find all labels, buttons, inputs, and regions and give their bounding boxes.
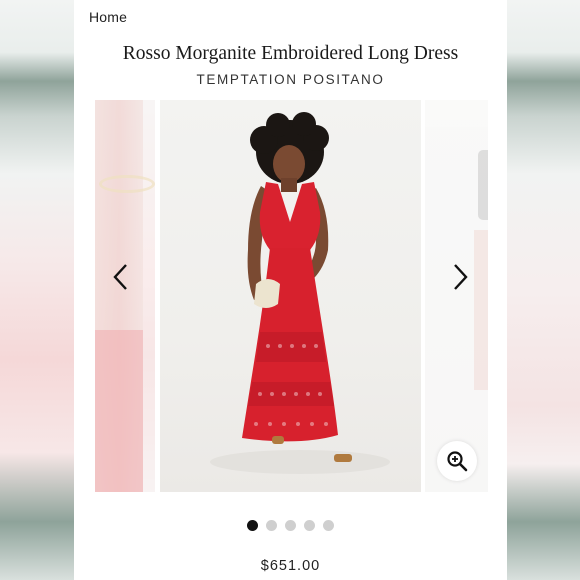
next-slide-image[interactable] [425, 100, 488, 492]
chevron-left-icon [113, 264, 127, 290]
carousel-pagination [74, 520, 507, 531]
hair-detail [478, 150, 488, 220]
previous-slide-image[interactable] [95, 100, 155, 492]
carousel-dot[interactable] [285, 520, 296, 531]
background-blur-left [0, 0, 74, 580]
main-product-image[interactable] [160, 100, 421, 492]
zoom-button[interactable] [437, 441, 477, 481]
carousel-dot[interactable] [266, 520, 277, 531]
background-blur-right [506, 0, 580, 580]
product-price: $651.00 [260, 558, 321, 574]
product-panel: Home Rosso Morganite Embroidered Long Dr… [74, 0, 507, 580]
zoom-in-icon [447, 451, 468, 472]
arm-detail [474, 230, 488, 390]
model-in-dress-photo [210, 112, 390, 474]
previous-image-button[interactable] [105, 260, 139, 294]
home-link[interactable]: Home [89, 9, 127, 25]
product-title: Rosso Morganite Embroidered Long Dress [122, 43, 459, 64]
carousel-dot[interactable] [304, 520, 315, 531]
bracelet-detail [99, 175, 155, 193]
dress-detail [95, 330, 143, 492]
brand-name[interactable]: TEMPTATION POSITANO [74, 72, 507, 87]
carousel-dot[interactable] [323, 520, 334, 531]
chevron-right-icon [454, 264, 468, 290]
next-image-button[interactable] [442, 260, 476, 294]
carousel-dot[interactable] [247, 520, 258, 531]
image-gallery[interactable] [95, 100, 488, 492]
